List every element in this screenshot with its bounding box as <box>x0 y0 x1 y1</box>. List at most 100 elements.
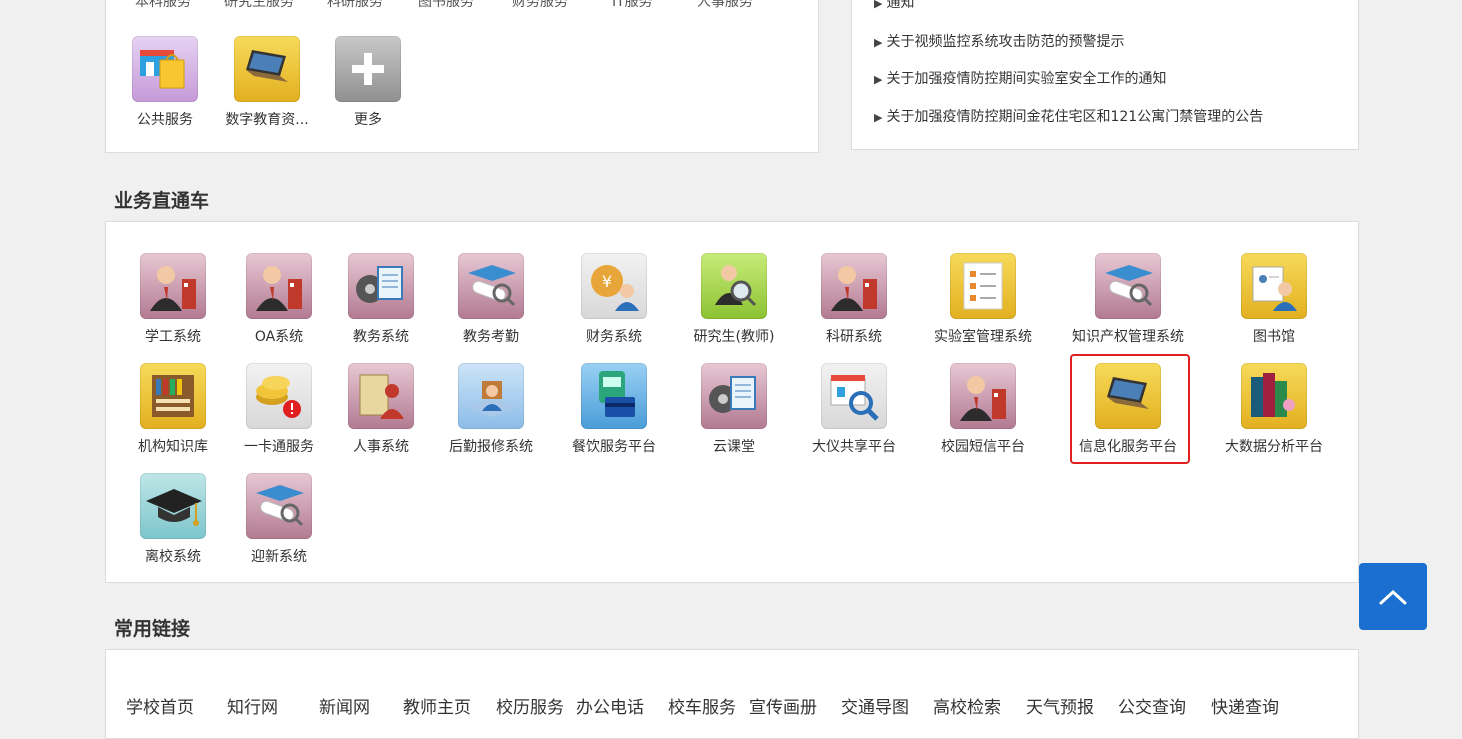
service-partial-label[interactable]: 图书服务 <box>418 0 474 11</box>
link-item[interactable]: 天气预报 <box>1026 693 1094 718</box>
business-tile[interactable]: 机构知识库 <box>113 363 233 456</box>
link-item[interactable]: 交通导图 <box>841 693 909 718</box>
link-item[interactable]: 办公电话 <box>576 693 644 718</box>
arrow-right-icon: ▶ <box>874 73 883 86</box>
laptop-icon <box>1095 363 1161 429</box>
tile-label: 人事系统 <box>353 439 409 455</box>
service-partial-label[interactable]: 研究生服务 <box>224 0 294 11</box>
link-item[interactable]: 校历服务 <box>496 693 564 718</box>
business-tile[interactable]: 科研系统 <box>794 253 914 346</box>
arrow-right-icon: ▶ <box>874 0 883 10</box>
plus-icon <box>335 36 401 102</box>
chevron-up-icon <box>1379 589 1407 604</box>
tile-label: 餐饮服务平台 <box>572 439 656 455</box>
link-item[interactable]: 知行网 <box>227 693 278 718</box>
businessman-folder-icon <box>246 253 312 319</box>
store-magnifier-icon <box>821 363 887 429</box>
tile-label: 公共服务 <box>137 112 193 128</box>
laptop-icon <box>234 36 300 102</box>
business-tile[interactable]: 餐饮服务平台 <box>554 363 674 456</box>
tile-label: 科研系统 <box>826 329 882 345</box>
link-item[interactable]: 学校首页 <box>126 693 194 718</box>
document-list-icon <box>950 253 1016 319</box>
notice-item[interactable]: ▶ 关于加强疫情防控期间实验室安全工作的通知 <box>874 68 1166 88</box>
service-public[interactable]: 公共服务 <box>126 36 204 129</box>
tile-label: 教务考勤 <box>463 329 519 345</box>
svg-text:¥: ¥ <box>602 272 612 291</box>
tile-label: 研究生(教师) <box>693 329 775 345</box>
business-tile[interactable]: 研究生(教师) <box>674 253 794 346</box>
business-tile[interactable]: 教务考勤 <box>431 253 551 346</box>
tile-label: 更多 <box>354 112 382 128</box>
user-magnifier-icon <box>701 253 767 319</box>
business-tile[interactable]: 学工系统 <box>113 253 233 346</box>
shopping-bag-icon <box>132 36 198 102</box>
arrow-right-icon: ▶ <box>874 36 883 49</box>
arrow-right-icon: ▶ <box>874 111 883 124</box>
tile-label: 离校系统 <box>145 549 201 565</box>
service-partial-label[interactable]: 科研服务 <box>327 0 383 11</box>
coin-user-icon: ¥ <box>581 253 647 319</box>
services-card <box>105 0 819 153</box>
service-digital-edu[interactable]: 数字教育资... <box>221 36 313 129</box>
id-card-user-icon <box>1241 253 1307 319</box>
business-tile[interactable]: 实验室管理系统 <box>923 253 1043 346</box>
business-tile[interactable]: 后勤报修系统 <box>431 363 551 456</box>
tile-label: 机构知识库 <box>138 439 208 455</box>
person-book-icon <box>348 363 414 429</box>
section-title-business: 业务直通车 <box>114 190 210 212</box>
tile-label: OA系统 <box>254 329 304 345</box>
tile-label: 图书馆 <box>1253 329 1295 345</box>
notice-item[interactable]: ▶ 关于加强疫情防控期间金花住宅区和121公寓门禁管理的公告 <box>874 106 1263 126</box>
tile-label: 迎新系统 <box>251 549 307 565</box>
business-tile[interactable]: 云课堂 <box>674 363 794 456</box>
graduation-scroll-icon <box>1095 253 1161 319</box>
film-clipboard-icon <box>701 363 767 429</box>
business-tile[interactable]: 大数据分析平台 <box>1214 363 1334 456</box>
service-partial-label[interactable]: 本科服务 <box>135 0 191 11</box>
link-item[interactable]: 高校检索 <box>933 693 1001 718</box>
tile-label: 数字教育资... <box>225 112 309 128</box>
book-stack-icon <box>1241 363 1307 429</box>
section-title-links: 常用链接 <box>114 618 191 640</box>
business-tile[interactable]: 图书馆 <box>1214 253 1334 346</box>
tile-label: 校园短信平台 <box>941 439 1025 455</box>
business-tile[interactable]: 人事系统 <box>321 363 441 456</box>
link-item[interactable]: 宣传画册 <box>749 693 817 718</box>
tile-label: 实验室管理系统 <box>934 329 1032 345</box>
service-partial-label[interactable]: 财务服务 <box>512 0 568 11</box>
tile-label: 大仪共享平台 <box>812 439 896 455</box>
tile-label: 知识产权管理系统 <box>1072 329 1184 345</box>
coin-alert-icon <box>246 363 312 429</box>
service-partial-label[interactable]: 人事服务 <box>697 0 753 11</box>
link-item[interactable]: 教师主页 <box>403 693 471 718</box>
business-tile[interactable]: 迎新系统 <box>219 473 339 566</box>
businessman-folder-icon <box>821 253 887 319</box>
notice-item[interactable]: ▶ 关于视频监控系统攻击防范的预警提示 <box>874 31 1124 51</box>
business-tile[interactable]: 校园短信平台 <box>923 363 1043 456</box>
graduation-scroll-icon <box>458 253 524 319</box>
business-tile[interactable]: 教务系统 <box>321 253 441 346</box>
business-tile[interactable]: 离校系统 <box>113 473 233 566</box>
tile-label: 后勤报修系统 <box>449 439 533 455</box>
link-item[interactable]: 校车服务 <box>668 693 736 718</box>
back-to-top-button[interactable] <box>1359 563 1427 630</box>
business-tile[interactable]: 知识产权管理系统 <box>1068 253 1188 346</box>
service-partial-label[interactable]: IT服务 <box>612 0 653 11</box>
business-tile[interactable]: 信息化服务平台 <box>1068 363 1188 456</box>
business-tile[interactable]: 大仪共享平台 <box>794 363 914 456</box>
notice-item[interactable]: ▶ 通知 <box>874 0 914 12</box>
film-clipboard-icon <box>348 253 414 319</box>
link-item[interactable]: 新闻网 <box>319 693 370 718</box>
graduation-scroll-icon <box>246 473 312 539</box>
tile-label: 信息化服务平台 <box>1079 439 1177 455</box>
tile-label: 大数据分析平台 <box>1225 439 1323 455</box>
tile-label: 教务系统 <box>353 329 409 345</box>
link-item[interactable]: 快递查询 <box>1211 693 1279 718</box>
link-item[interactable]: 公交查询 <box>1118 693 1186 718</box>
worker-box-icon <box>458 363 524 429</box>
business-tile[interactable]: ¥ 财务系统 <box>554 253 674 346</box>
train-card-icon <box>581 363 647 429</box>
service-more[interactable]: 更多 <box>329 36 407 129</box>
tile-label: 学工系统 <box>145 329 201 345</box>
